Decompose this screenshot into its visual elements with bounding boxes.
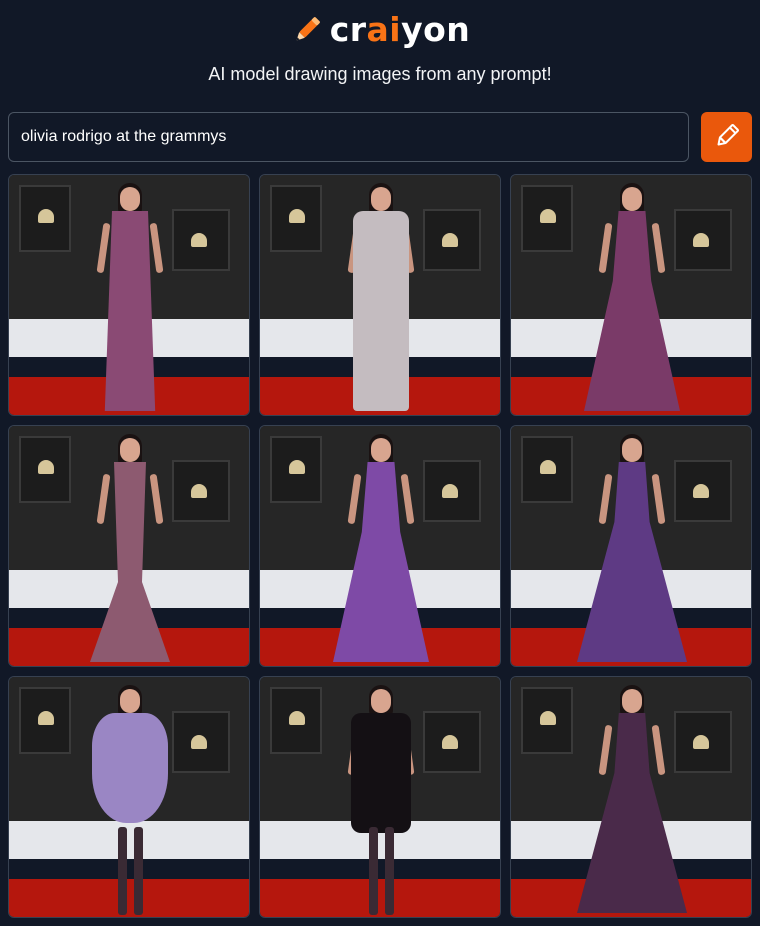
prompt-input[interactable] xyxy=(21,128,676,146)
brand-logo[interactable]: craiyon xyxy=(0,10,760,50)
figure-head xyxy=(371,689,391,713)
draw-button[interactable] xyxy=(701,112,752,162)
tagline: AI model drawing images from any prompt! xyxy=(208,64,552,84)
figure-head xyxy=(371,438,391,462)
generated-image[interactable] xyxy=(510,174,752,416)
prompt-field[interactable] xyxy=(8,112,689,162)
figure-head xyxy=(622,187,642,211)
pencil-icon xyxy=(290,13,324,47)
generated-image[interactable] xyxy=(259,174,501,416)
figure-head xyxy=(622,689,642,713)
gramophone-award xyxy=(37,459,54,474)
generated-image[interactable] xyxy=(8,425,250,667)
generated-image[interactable] xyxy=(510,425,752,667)
pencil-icon xyxy=(713,122,741,153)
results-grid xyxy=(8,174,752,918)
generated-image[interactable] xyxy=(8,174,250,416)
figure-head xyxy=(120,689,140,713)
figure-dress xyxy=(351,713,411,833)
figure-head xyxy=(622,438,642,462)
red-carpet xyxy=(9,878,249,917)
gramophone-award xyxy=(539,459,556,474)
gramophone-award xyxy=(539,710,556,725)
generated-image[interactable] xyxy=(259,425,501,667)
gramophone-award xyxy=(539,208,556,223)
figure-leg xyxy=(385,827,394,915)
gramophone-award xyxy=(288,208,305,223)
figure-dress xyxy=(353,211,409,411)
figure-dress xyxy=(92,713,168,823)
gramophone-award xyxy=(288,710,305,725)
red-carpet xyxy=(260,878,500,917)
stage-step xyxy=(9,821,249,860)
generated-image[interactable] xyxy=(510,676,752,918)
figure-head xyxy=(120,187,140,211)
generated-image[interactable] xyxy=(8,676,250,918)
generated-image[interactable] xyxy=(259,676,501,918)
figure-leg xyxy=(369,827,378,915)
gramophone-award xyxy=(37,710,54,725)
gramophone-award xyxy=(37,208,54,223)
figure-leg xyxy=(134,827,143,915)
figure-head xyxy=(371,187,391,211)
figure-head xyxy=(120,438,140,462)
gramophone-award xyxy=(288,459,305,474)
figure-leg xyxy=(118,827,127,915)
header: craiyon AI model drawing images from any… xyxy=(0,0,760,100)
brand-name: craiyon xyxy=(329,10,471,49)
